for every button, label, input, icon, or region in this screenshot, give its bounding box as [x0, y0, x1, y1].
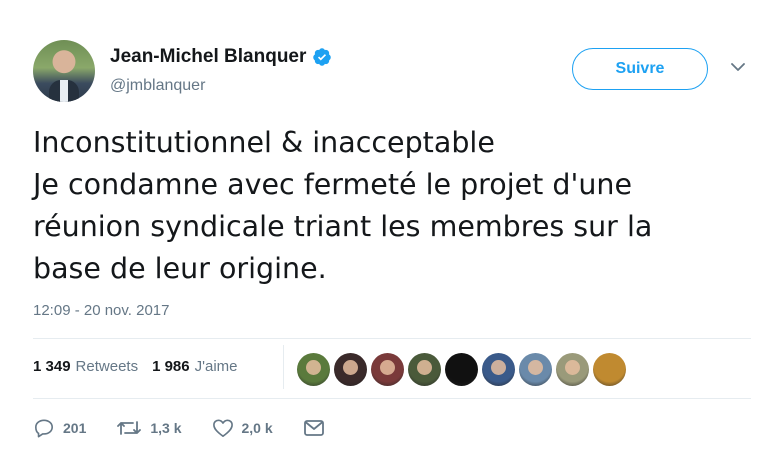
verified-badge-icon	[313, 48, 332, 66]
liker-avatar[interactable]	[556, 353, 589, 386]
liker-avatar[interactable]	[408, 353, 441, 386]
retweet-action[interactable]: 1,3 k	[116, 418, 182, 438]
retweets-label[interactable]: Retweets	[76, 358, 139, 375]
divider	[33, 338, 751, 339]
reply-action[interactable]: 201	[33, 418, 86, 438]
liker-avatar[interactable]	[519, 353, 552, 386]
tweet-stats: 1 349 Retweets 1 986 J'aime	[33, 358, 252, 375]
divider	[33, 398, 751, 399]
like-action[interactable]: 2,0 k	[212, 418, 273, 438]
likers-avatars	[297, 353, 626, 386]
retweets-count[interactable]: 1 349	[33, 358, 71, 375]
likes-count[interactable]: 1 986	[152, 358, 190, 375]
stats-separator	[283, 345, 284, 389]
retweet-count: 1,3 k	[150, 420, 182, 436]
envelope-icon	[303, 420, 324, 436]
chevron-down-icon[interactable]	[731, 62, 745, 72]
author-display-name[interactable]: Jean-Michel Blanquer	[110, 46, 306, 68]
liker-avatar[interactable]	[334, 353, 367, 386]
like-count: 2,0 k	[241, 420, 273, 436]
follow-button[interactable]: Suivre	[572, 48, 708, 90]
tweet-text-line: réunion syndicale triant les membres sur…	[33, 210, 653, 243]
liker-avatar[interactable]	[297, 353, 330, 386]
tweet-text-line: base de leur origine.	[33, 252, 327, 285]
liker-avatar[interactable]	[371, 353, 404, 386]
reply-icon	[35, 419, 54, 438]
author-handle[interactable]: @jmblanquer	[110, 77, 205, 95]
tweet-timestamp[interactable]: 12:09 - 20 nov. 2017	[33, 302, 170, 319]
avatar[interactable]	[33, 40, 95, 102]
author-name-row[interactable]: Jean-Michel Blanquer	[110, 46, 332, 68]
message-action[interactable]	[303, 419, 325, 437]
reply-count: 201	[63, 420, 87, 436]
liker-avatar[interactable]	[482, 353, 515, 386]
tweet-text: Inconstitutionnel & inacceptable Je cond…	[33, 122, 733, 290]
tweet-text-line: Je condamne avec fermeté le projet d'une	[33, 168, 632, 201]
liker-avatar[interactable]	[445, 353, 478, 386]
retweet-icon	[117, 421, 142, 435]
liker-avatar[interactable]	[593, 353, 626, 386]
tweet-text-line: Inconstitutionnel & inacceptable	[33, 126, 495, 159]
tweet-actions: 201 1,3 k 2,0 k	[33, 418, 355, 438]
likes-label[interactable]: J'aime	[195, 358, 238, 375]
heart-icon	[212, 419, 233, 437]
